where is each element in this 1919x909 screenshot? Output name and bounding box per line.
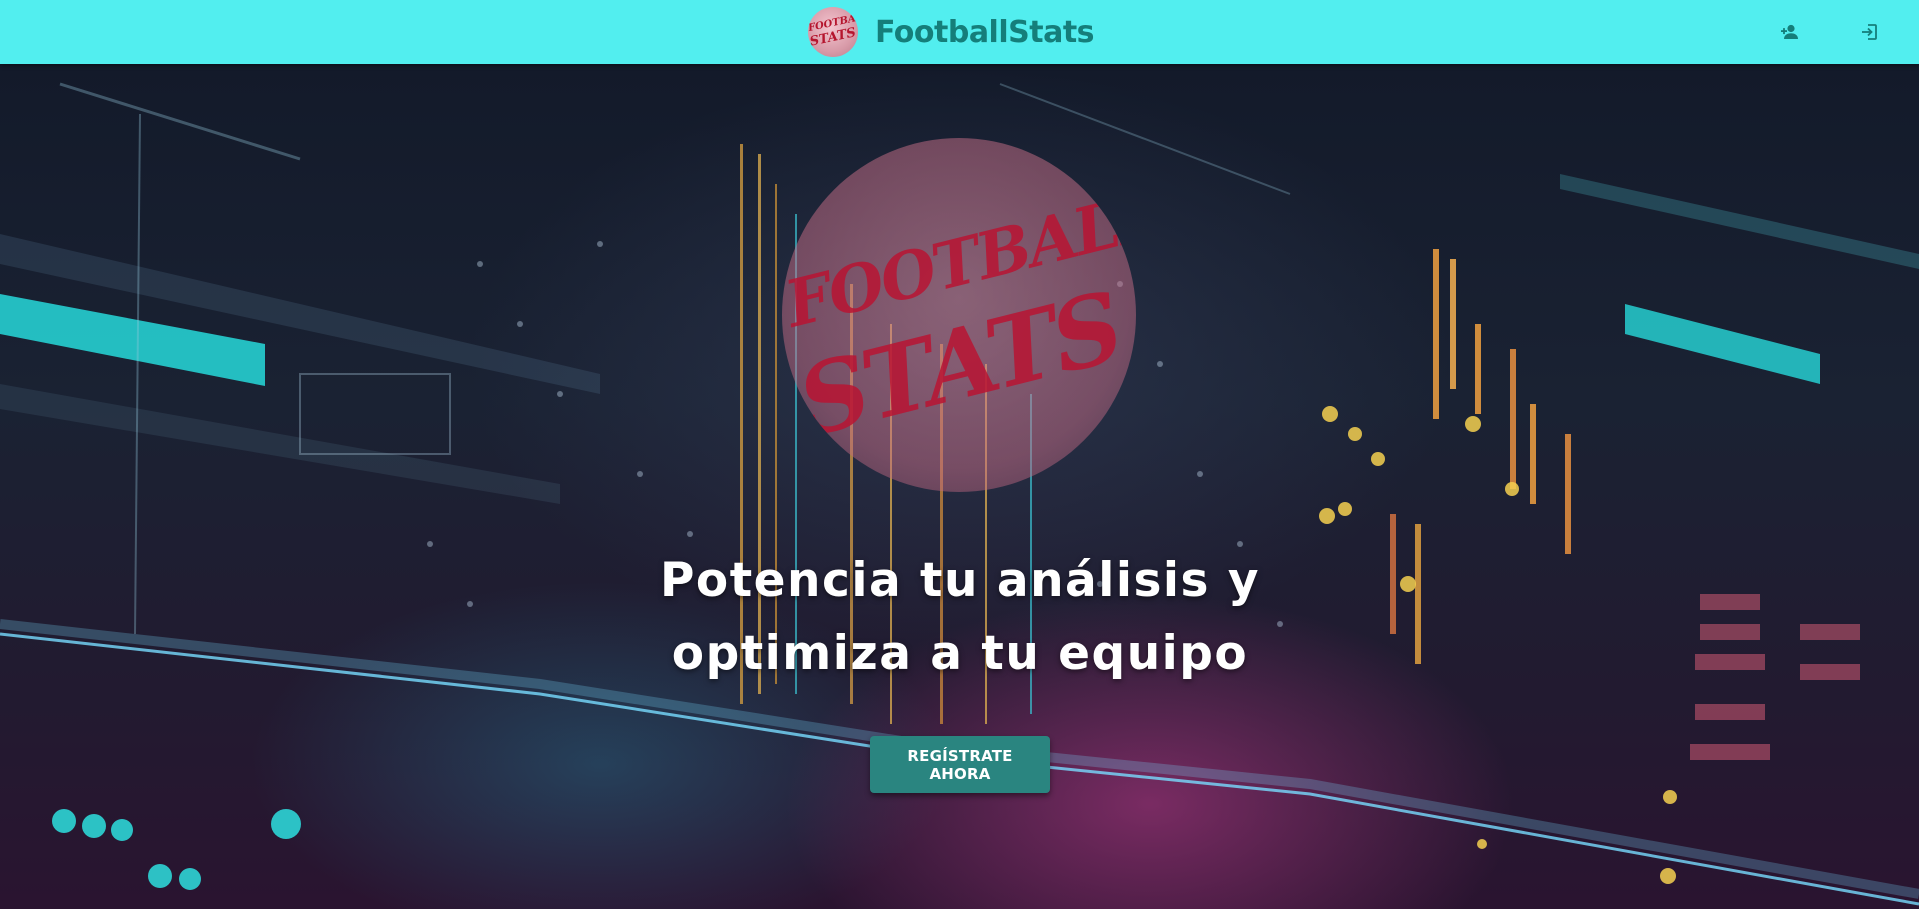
person-add-icon[interactable] (1776, 18, 1804, 46)
headline-line2: optimiza a tu equipo (671, 626, 1249, 681)
headline-line1: Potencia tu análisis y (659, 553, 1261, 608)
brand-logo: FOOTBALL STATS (808, 7, 858, 57)
login-icon[interactable] (1855, 18, 1883, 46)
hero-logo-watermark: FOOTBALL STATS (782, 138, 1136, 492)
top-navbar: FOOTBALL STATS FootballStats (0, 0, 1919, 64)
register-now-button[interactable]: REGÍSTRATE AHORA (870, 736, 1050, 793)
brand-title[interactable]: FootballStats (875, 15, 1095, 50)
hero-headline: Potencia tu análisis y optimiza a tu equ… (560, 544, 1360, 690)
brand[interactable]: FOOTBALL STATS FootballStats (808, 7, 1095, 57)
